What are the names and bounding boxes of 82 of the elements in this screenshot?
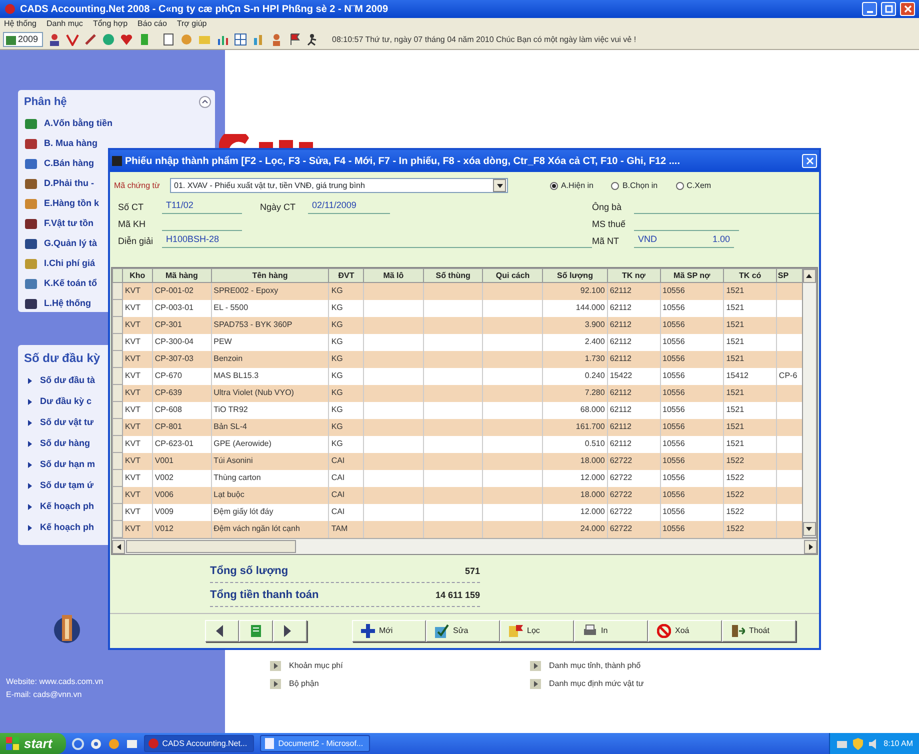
table-cell: KVT bbox=[122, 350, 152, 368]
table-cell: KG bbox=[328, 418, 364, 436]
table-cell: 7.280 bbox=[542, 384, 608, 402]
table-cell: 1522 bbox=[724, 520, 776, 538]
table-cell: 10556 bbox=[660, 452, 724, 470]
table-cell: CP-001-02 bbox=[152, 282, 212, 300]
table-cell: 62112 bbox=[607, 418, 660, 436]
table-cell: SPRE002 - Epoxy bbox=[211, 282, 329, 300]
table-cell: 18.000 bbox=[542, 452, 608, 470]
clock-text: 8:10 AM bbox=[884, 738, 913, 750]
table-cell: KG bbox=[328, 282, 364, 300]
table-cell: CAI bbox=[328, 486, 364, 504]
table-cell: KVT bbox=[122, 282, 152, 300]
panel-title: Số dư đầu kỳ bbox=[24, 350, 100, 367]
table-cell: 18.000 bbox=[542, 486, 608, 504]
table-cell: 1522 bbox=[724, 486, 776, 504]
table-cell: Đệm vách ngăn lót cạnh bbox=[211, 520, 329, 538]
field-label: Mã chứng từ bbox=[114, 180, 161, 192]
field-label: Mã NT bbox=[592, 234, 620, 248]
table-cell: 10556 bbox=[660, 520, 724, 538]
table-cell: CP-801 bbox=[152, 418, 212, 436]
table-cell: KVT bbox=[122, 418, 152, 436]
dialog-title: Phiếu nhập thành phẩm [F2 - Lọc, F3 - Sửa, F4 - Mới, F7 - In phiếu, F8 - xóa dòng, Ctr_F8 Xóa cả CT, F10 - Ghi, F12 .... bbox=[125, 154, 681, 168]
table-cell: 10556 bbox=[660, 384, 724, 402]
table-cell: KVT bbox=[122, 452, 152, 470]
field-label: Ông bà bbox=[592, 200, 623, 214]
total-label: Tổng tiền thanh toán bbox=[210, 588, 320, 604]
table-cell: Ultra Violet (Nub VYO) bbox=[211, 384, 329, 402]
table-cell: KG bbox=[328, 350, 364, 368]
table-cell: CP-307-03 bbox=[152, 350, 212, 368]
total-value: 14 611 159 bbox=[435, 588, 480, 602]
table-cell: V006 bbox=[152, 486, 212, 504]
table-cell: 1521 bbox=[724, 384, 776, 402]
table-cell: V001 bbox=[152, 452, 212, 470]
table-cell: 1521 bbox=[724, 316, 776, 334]
table-cell: 24.000 bbox=[542, 520, 608, 538]
table-cell: TAM bbox=[328, 520, 364, 538]
field-label: MS thuế bbox=[592, 218, 627, 230]
table-cell: V012 bbox=[152, 520, 212, 538]
table-cell: CAI bbox=[328, 452, 364, 470]
table-cell: 62112 bbox=[607, 316, 660, 334]
table-cell: 10556 bbox=[660, 350, 724, 368]
field-label: Ngày CT bbox=[260, 200, 297, 214]
table-cell: Lạt buộc bbox=[211, 486, 329, 504]
table-cell: 10556 bbox=[660, 282, 724, 300]
table-cell: 62722 bbox=[607, 452, 660, 470]
table-cell: 1522 bbox=[724, 452, 776, 470]
field-label: Mã KH bbox=[118, 218, 147, 230]
table-cell: 62722 bbox=[607, 520, 660, 538]
table-cell: CP-639 bbox=[152, 384, 212, 402]
table-cell: 62112 bbox=[607, 384, 660, 402]
table-cell: KVT bbox=[122, 384, 152, 402]
table-cell: KVT bbox=[122, 520, 152, 538]
table-cell: 161.700 bbox=[542, 418, 608, 436]
field-label: Diễn giải bbox=[118, 234, 154, 248]
table-cell: Túi Asonini bbox=[211, 452, 329, 470]
panel-title: Phân hệ bbox=[24, 95, 67, 110]
table-cell: 3.900 bbox=[542, 316, 608, 334]
table-cell: 1521 bbox=[724, 282, 776, 300]
status-text: 08:10:57 Thứ tư, ngày 07 tháng 04 năm 2010 Chúc Bạn có một ngày làm việc vui vẻ ! bbox=[332, 34, 636, 46]
table-cell: KVT bbox=[122, 316, 152, 334]
field-label: Số CT bbox=[118, 200, 145, 214]
window-title: CADS Accounting.Net 2008 - C«ng ty cæ phÇn S-n HPl Phßng sè 2 - N¨M 2009 bbox=[20, 2, 390, 16]
table-cell: 62112 bbox=[607, 282, 660, 300]
total-label: Tổng số lượng bbox=[210, 564, 290, 580]
table-cell: 1521 bbox=[724, 418, 776, 436]
table-cell: 10556 bbox=[660, 486, 724, 504]
table-cell: 10556 bbox=[660, 316, 724, 334]
table-cell: CP-301 bbox=[152, 316, 212, 334]
total-value: 571 bbox=[464, 564, 480, 578]
table-cell: Benzoin bbox=[211, 350, 329, 368]
table-cell: 62112 bbox=[607, 350, 660, 368]
table-cell: KG bbox=[328, 384, 364, 402]
table-cell: 1521 bbox=[724, 350, 776, 368]
table-cell: 10556 bbox=[660, 418, 724, 436]
table-cell: 62722 bbox=[607, 486, 660, 504]
table-cell: Bản SL-4 bbox=[211, 418, 329, 436]
table-cell: 1.730 bbox=[542, 350, 608, 368]
table-cell: KG bbox=[328, 316, 364, 334]
table-cell: SPAD753 - BYK 360P bbox=[211, 316, 329, 334]
table-cell: KVT bbox=[122, 486, 152, 504]
table-cell: 92.100 bbox=[542, 282, 608, 300]
